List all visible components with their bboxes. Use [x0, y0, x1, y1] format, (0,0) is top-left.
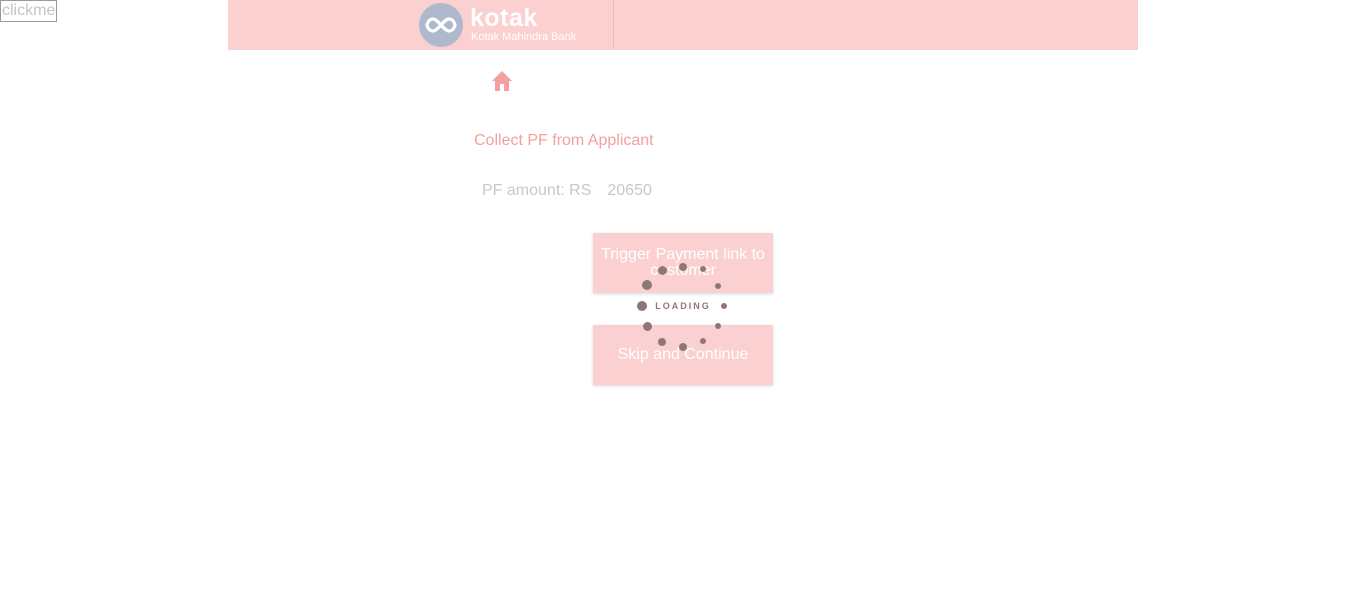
- home-icon[interactable]: [491, 70, 513, 97]
- loading-spinner: LOADING: [633, 258, 733, 358]
- pf-amount-value: 20650: [607, 182, 652, 199]
- pf-amount-label: PF amount: RS: [482, 182, 592, 199]
- header-bar: kotak Kotak Mahindra Bank: [228, 0, 1138, 50]
- header-divider: [613, 0, 614, 50]
- loader-dot: [642, 280, 652, 290]
- loader-dot: [658, 266, 667, 275]
- loader-dot: [679, 343, 687, 351]
- clickme-button[interactable]: clickme: [0, 0, 58, 22]
- kotak-infinity-icon: [419, 3, 463, 47]
- loader-dot: [700, 338, 706, 344]
- loader-dot: [679, 263, 687, 271]
- loader-dot: [658, 338, 666, 346]
- logo-name: kotak: [470, 4, 538, 32]
- page-title: Collect PF from Applicant: [474, 132, 654, 149]
- loader-dot: [700, 266, 706, 272]
- loading-text: LOADING: [655, 301, 711, 311]
- loader-dot: [643, 322, 652, 331]
- loader-dot: [715, 323, 721, 329]
- logo-subtitle: Kotak Mahindra Bank: [471, 31, 577, 43]
- loader-dot: [715, 283, 721, 289]
- pf-amount-row: PF amount: RS 20650: [482, 182, 652, 200]
